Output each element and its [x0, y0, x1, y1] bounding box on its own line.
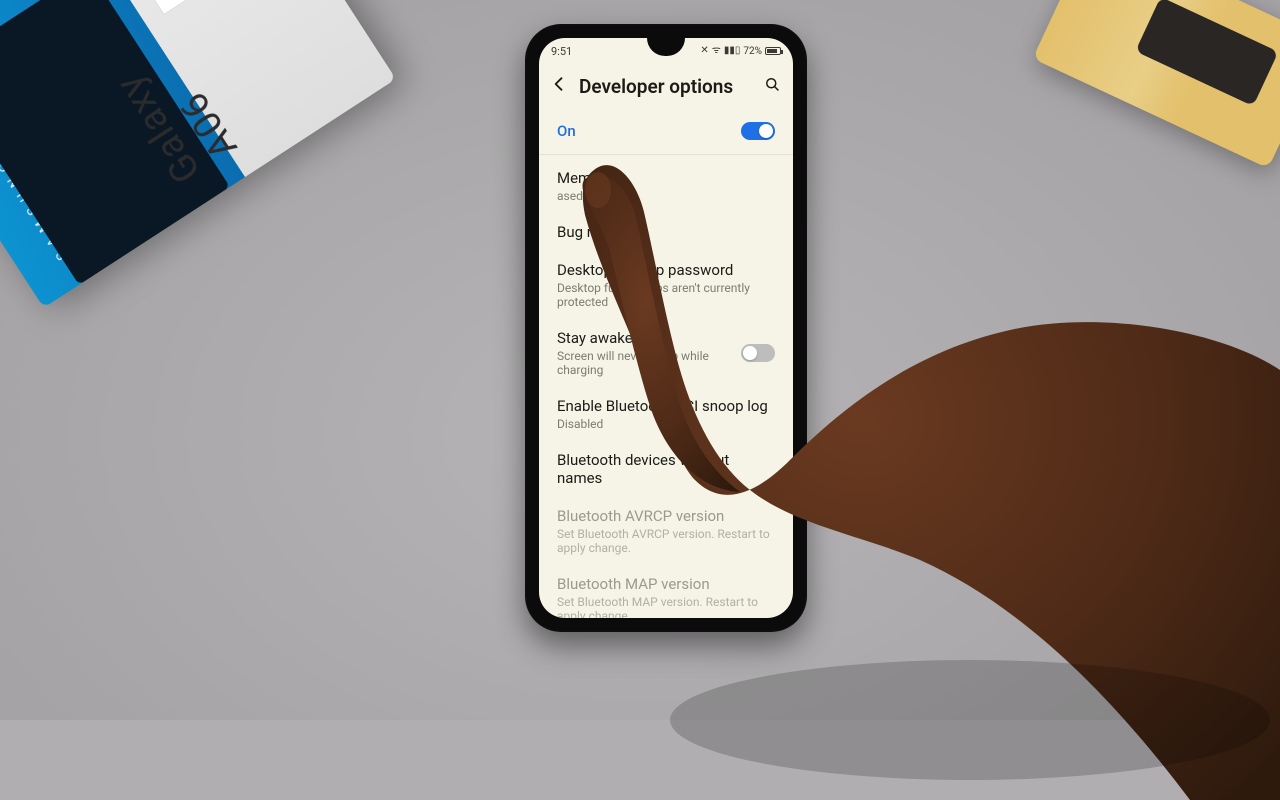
settings-row-text: Bug report — [557, 223, 775, 241]
settings-row-title: Stay awake — [557, 329, 729, 347]
settings-row-text: Enable Bluetooth HCI snoop log Disabled — [557, 397, 775, 431]
settings-row[interactable]: Bluetooth devices without names — [539, 441, 793, 497]
titlebar: Developer options — [539, 64, 793, 114]
settings-row-text: Bluetooth AVRCP version Set Bluetooth AVR… — [557, 507, 775, 555]
wifi-icon: ᯤ — [712, 46, 721, 56]
page-title: Developer options — [579, 75, 753, 98]
settings-row-subtitle: ased — [557, 189, 775, 203]
settings-row-title: Memory — [557, 169, 775, 187]
settings-row[interactable]: Bug report — [539, 213, 793, 251]
settings-row[interactable]: Desktop backup password Desktop full back… — [539, 251, 793, 319]
settings-row[interactable]: Memory ased — [539, 159, 793, 213]
settings-row-subtitle: Set Bluetooth AVRCP version. Restart to … — [557, 527, 775, 555]
settings-list: Memory ased Bug report Desktop backup passw… — [539, 159, 793, 618]
row-toggle-switch[interactable] — [741, 344, 775, 362]
phone-screen: 9:51 ✕ ᯤ ▮▮▯ 72% Developer options On Me… — [539, 38, 793, 618]
settings-row-text: Bluetooth MAP version Set Bluetooth MAP v… — [557, 575, 775, 618]
battery-icon — [765, 47, 781, 55]
settings-row[interactable]: Stay awake Screen will never sleep while … — [539, 319, 793, 387]
settings-row-subtitle: Screen will never sleep while charging — [557, 349, 729, 377]
settings-row-subtitle: Set Bluetooth MAP version. Restart to ap… — [557, 595, 775, 618]
settings-row-subtitle: Desktop full backups aren't currently pr… — [557, 281, 775, 309]
statusbar-time: 9:51 — [551, 45, 572, 58]
settings-row[interactable]: Enable Bluetooth HCI snoop log Disabled — [539, 387, 793, 441]
master-toggle-row[interactable]: On — [539, 114, 793, 154]
signal-icon: ▮▮▯ — [724, 46, 741, 56]
phone-device: 9:51 ✕ ᯤ ▮▮▯ 72% Developer options On Me… — [525, 24, 807, 632]
settings-row-title: Bug report — [557, 223, 775, 241]
back-button[interactable] — [549, 74, 569, 98]
search-button[interactable] — [763, 75, 781, 97]
divider — [539, 154, 793, 155]
settings-row-title: Bluetooth MAP version — [557, 575, 775, 593]
settings-row-text: Memory ased — [557, 169, 775, 203]
settings-row-title: Desktop backup password — [557, 261, 775, 279]
statusbar-indicators: ✕ ᯤ ▮▮▯ 72% — [700, 46, 781, 57]
settings-row[interactable]: Bluetooth MAP version Set Bluetooth MAP v… — [539, 565, 793, 618]
settings-row[interactable]: Bluetooth AVRCP version Set Bluetooth AVR… — [539, 497, 793, 565]
search-icon — [763, 75, 781, 93]
master-toggle-switch[interactable] — [741, 122, 775, 140]
settings-row-text: Bluetooth devices without names — [557, 451, 775, 487]
settings-row-text: Stay awake Screen will never sleep while … — [557, 329, 729, 377]
battery-percent: 72% — [743, 46, 762, 57]
master-toggle-label: On — [557, 122, 576, 140]
chevron-left-icon — [549, 74, 569, 94]
settings-row-title: Bluetooth AVRCP version — [557, 507, 775, 525]
settings-row-text: Desktop backup password Desktop full back… — [557, 261, 775, 309]
settings-row-title: Enable Bluetooth HCI snoop log — [557, 397, 775, 415]
settings-row-title: Bluetooth devices without names — [557, 451, 775, 487]
mute-icon: ✕ — [700, 46, 708, 56]
settings-row-subtitle: Disabled — [557, 417, 775, 431]
